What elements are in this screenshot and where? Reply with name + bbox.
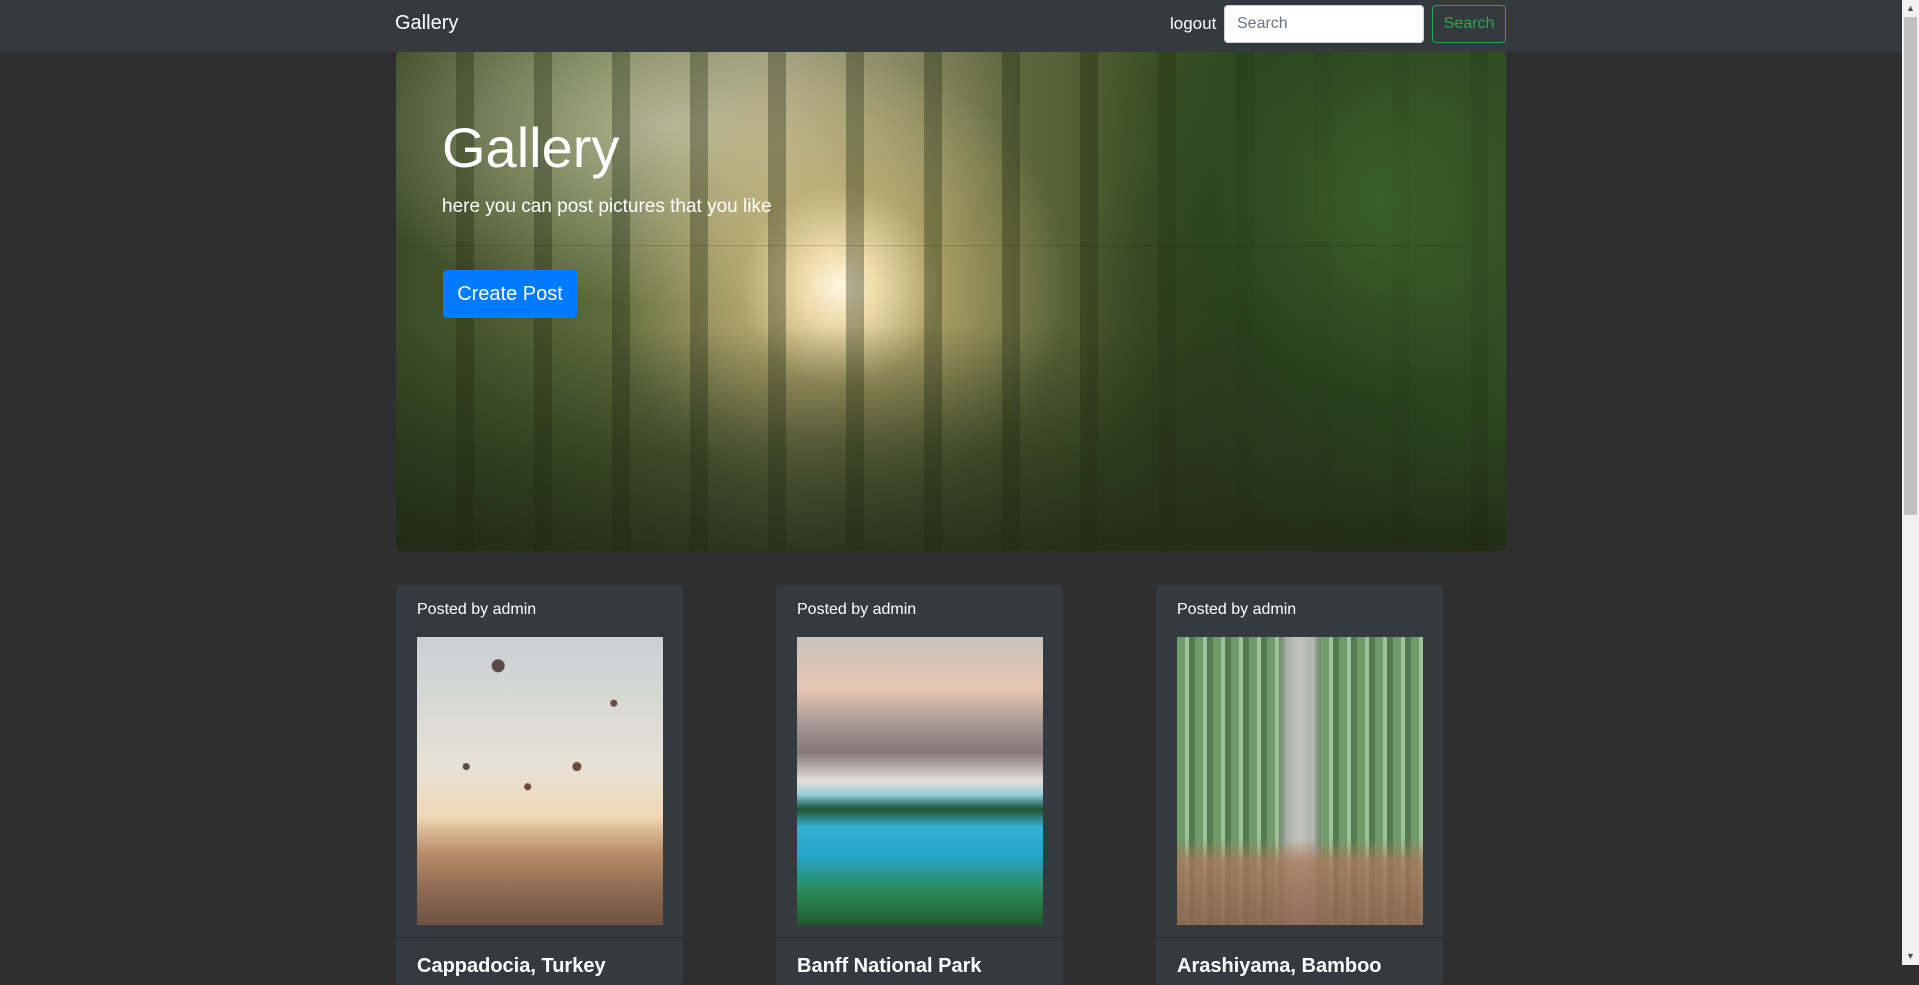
post-card: Posted by admin Arashiyama, Bamboo [1156, 585, 1443, 985]
scroll-down-arrow-icon[interactable]: ▼ [1902, 948, 1919, 965]
post-card-divider [396, 937, 683, 938]
page-scrollbar[interactable]: ▲ ▼ [1902, 0, 1919, 965]
post-card-divider [776, 937, 1063, 938]
top-navbar: Gallery logout Search [0, 0, 1902, 52]
hero-lead: here you can post pictures that you like [442, 196, 772, 217]
post-card-image[interactable] [797, 637, 1043, 925]
scroll-up-arrow-icon[interactable]: ▲ [1902, 0, 1919, 17]
logout-link[interactable]: logout [1170, 14, 1216, 34]
scroll-thumb[interactable] [1904, 17, 1917, 515]
hero-jumbotron: Gallery here you can post pictures that … [396, 52, 1506, 551]
post-card-image[interactable] [417, 637, 663, 925]
post-card: Posted by admin Cappadocia, Turkey [396, 585, 683, 985]
navbar-brand[interactable]: Gallery [395, 12, 458, 35]
post-card-header: Posted by admin [417, 601, 537, 618]
post-card-title[interactable]: Cappadocia, Turkey [417, 955, 606, 978]
create-post-button[interactable]: Create Post [443, 270, 577, 318]
post-card-title[interactable]: Banff National Park [797, 955, 981, 978]
search-input[interactable] [1224, 5, 1424, 43]
post-card-header: Posted by admin [1177, 601, 1297, 618]
post-card-header: Posted by admin [797, 601, 917, 618]
post-card: Posted by admin Banff National Park [776, 585, 1063, 985]
hero-fern-overlay [1086, 52, 1506, 551]
post-card-divider [1156, 937, 1443, 938]
post-card-image[interactable] [1177, 637, 1423, 925]
hero-title: Gallery [442, 116, 620, 179]
post-card-title[interactable]: Arashiyama, Bamboo [1177, 955, 1382, 978]
hero-divider [442, 245, 1460, 246]
search-button[interactable]: Search [1432, 5, 1506, 43]
